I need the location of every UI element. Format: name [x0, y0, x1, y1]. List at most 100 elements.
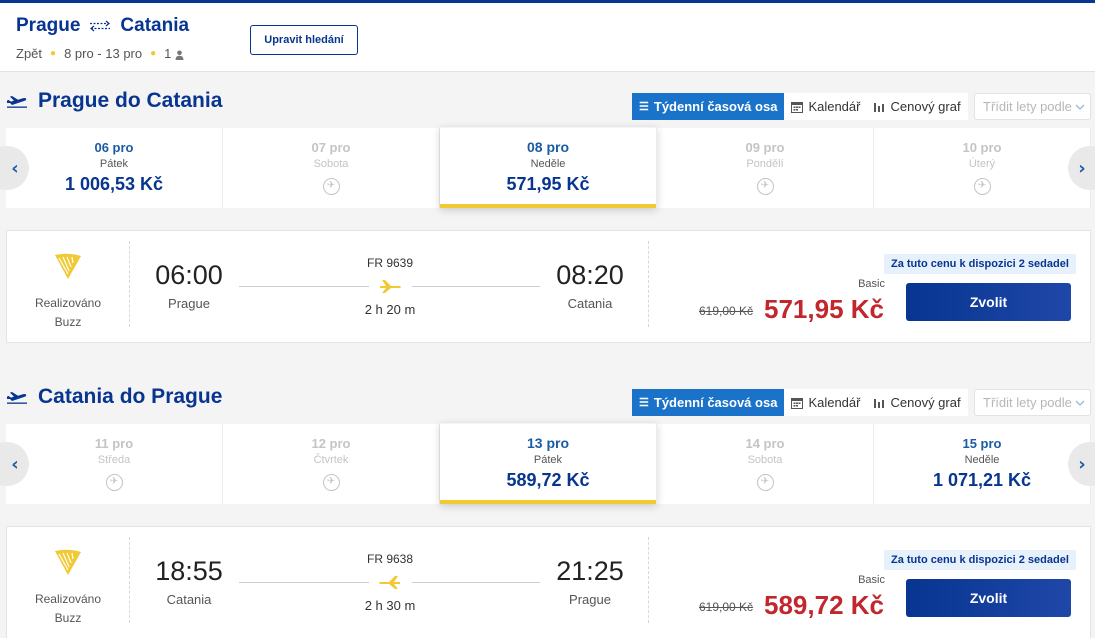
search-summary-bar: Prague Catania Zpět ● 8 pro - 13 pro ● 1…: [0, 0, 1095, 72]
airline-info: Realizováno Buzz: [7, 537, 130, 625]
select-flight-button[interactable]: Zvolit: [906, 579, 1071, 617]
day-label: Neděle: [530, 158, 566, 170]
outbound-section-title: Prague do Catania: [6, 89, 222, 113]
inbound-section-title: Catania do Prague: [6, 385, 222, 409]
ryanair-harp-logo-icon: [55, 549, 81, 575]
tab-calendar-label: Kalendář: [808, 99, 861, 114]
outbound-flight-card[interactable]: Realizováno Buzz 06:00 Prague FR 9639 2 …: [6, 230, 1091, 343]
date-label: 10 pro: [962, 140, 1002, 155]
operator-name: Buzz: [54, 315, 82, 329]
no-flight-icon: ✈: [105, 474, 123, 491]
date-cell[interactable]: 06 pro Pátek 1 006,53 Kč: [6, 128, 223, 208]
outbound-sort-select[interactable]: Třídit lety podle: [974, 93, 1091, 120]
separator-dot-icon: ●: [150, 48, 157, 59]
airline-info: Realizováno Buzz: [7, 241, 130, 329]
outbound-date-strip: ‹ 06 pro Pátek 1 006,53 Kč 07 pro Sobota…: [0, 127, 1095, 208]
tab-price-chart[interactable]: Cenový graf: [867, 93, 968, 120]
tab-weekly-timeline[interactable]: ☰ Týdenní časová osa: [632, 93, 785, 120]
departure-city: Catania: [166, 592, 212, 607]
date-label: 11 pro: [94, 436, 134, 451]
bar-chart-icon: [874, 103, 885, 112]
seat-availability-badge: Za tuto cenu k dispozici 2 sedadel: [884, 550, 1076, 570]
inbound-sort-select[interactable]: Třídit lety podle: [974, 389, 1091, 416]
edit-search-button[interactable]: Upravit hledání: [250, 25, 358, 55]
fare-type: Basic: [858, 278, 885, 290]
day-label: Úterý: [968, 158, 996, 170]
divider: [648, 537, 649, 623]
person-icon: [175, 50, 184, 60]
back-link[interactable]: Zpět: [16, 46, 42, 61]
date-price: 1 071,21 Kč: [932, 470, 1032, 490]
date-label: 15 pro: [962, 436, 1002, 451]
fare-type: Basic: [858, 574, 885, 586]
chevron-right-icon: ›: [1078, 157, 1086, 179]
tab-calendar[interactable]: Kalendář: [784, 93, 868, 120]
plane-icon: [380, 280, 401, 293]
route-title: Prague Catania: [16, 15, 189, 37]
date-price: 589,72 Kč: [506, 470, 590, 490]
seat-availability-badge: Za tuto cenu k dispozici 2 sedadel: [884, 254, 1076, 274]
flight-duration: 2 h 20 m: [364, 302, 416, 317]
plane-takeoff-icon: [7, 392, 27, 404]
arrival-city: Catania: [567, 296, 613, 311]
plane-takeoff-icon: [7, 96, 27, 108]
list-icon: ☰: [639, 101, 649, 113]
original-price: 619,00 Kč: [699, 600, 754, 614]
route-line: [412, 286, 540, 287]
departure-city: Prague: [168, 296, 210, 311]
day-label: Sobota: [747, 454, 783, 466]
separator-dot-icon: ●: [50, 48, 57, 59]
operated-by: Realizováno Buzz: [7, 590, 129, 628]
flight-duration: 2 h 30 m: [364, 598, 416, 613]
chevron-right-icon: ›: [1078, 453, 1086, 475]
route-line: [239, 286, 369, 287]
date-cell-selected[interactable]: 13 pro Pátek 589,72 Kč: [440, 423, 657, 504]
date-cell: 12 pro Čtvrtek ✈: [223, 424, 440, 504]
date-price: 571,95 Kč: [506, 174, 590, 194]
date-cell: 10 pro Úterý ✈: [874, 128, 1091, 208]
no-flight-icon: ✈: [322, 474, 340, 491]
calendar-icon: [791, 397, 804, 409]
sort-placeholder: Třídit lety podle: [983, 395, 1072, 410]
list-icon: ☰: [639, 397, 649, 409]
date-cell[interactable]: 15 pro Neděle 1 071,21 Kč: [874, 424, 1091, 504]
date-label: 12 pro: [311, 436, 351, 451]
arrival-city: Prague: [569, 592, 611, 607]
original-price: 619,00 Kč: [699, 304, 754, 318]
inbound-flight-card[interactable]: Realizováno Buzz 18:55 Catania FR 9638 2…: [6, 526, 1091, 638]
tab-calendar[interactable]: Kalendář: [784, 389, 868, 416]
outbound-view-tabs: ☰ Týdenní časová osa Kalendář Cenový gra…: [632, 93, 968, 120]
inbound-date-strip: ‹ 11 pro Středa ✈ 12 pro Čtvrtek ✈ 13 pr…: [0, 423, 1095, 504]
date-cell: 09 pro Pondělí ✈: [657, 128, 874, 208]
operated-by-label: Realizováno: [34, 592, 102, 606]
day-label: Pátek: [533, 454, 563, 466]
flight-price: 571,95 Kč: [764, 294, 884, 324]
route-line: [239, 582, 369, 583]
day-label: Neděle: [964, 454, 1000, 466]
ryanair-harp-logo-icon: [55, 253, 81, 279]
bar-chart-icon: [874, 399, 885, 408]
operator-name: Buzz: [54, 611, 82, 625]
day-label: Pátek: [99, 158, 129, 170]
date-cell: 07 pro Sobota ✈: [223, 128, 440, 208]
tab-price-chart-label: Cenový graf: [890, 395, 961, 410]
tab-weekly-label: Týdenní časová osa: [653, 395, 778, 410]
tab-weekly-label: Týdenní časová osa: [653, 99, 778, 114]
inbound-view-tabs: ☰ Týdenní časová osa Kalendář Cenový gra…: [632, 389, 968, 416]
operated-by-label: Realizováno: [34, 296, 102, 310]
chevron-left-icon: ‹: [11, 157, 19, 179]
no-flight-icon: ✈: [973, 178, 991, 195]
departure-time: 06:00: [155, 260, 223, 290]
tab-price-chart[interactable]: Cenový graf: [867, 389, 968, 416]
day-label: Pondělí: [746, 158, 784, 170]
chevron-down-icon: [1075, 400, 1085, 406]
plane-icon: [379, 576, 400, 589]
tab-price-chart-label: Cenový graf: [890, 99, 961, 114]
calendar-icon: [791, 101, 804, 113]
date-cell-selected[interactable]: 08 pro Neděle 571,95 Kč: [440, 127, 657, 208]
tab-weekly-timeline[interactable]: ☰ Týdenní časová osa: [632, 389, 785, 416]
route-meta: Zpět ● 8 pro - 13 pro ● 1: [16, 46, 184, 61]
date-label: 08 pro: [526, 139, 569, 155]
select-flight-button[interactable]: Zvolit: [906, 283, 1071, 321]
chevron-down-icon: [1075, 104, 1085, 110]
